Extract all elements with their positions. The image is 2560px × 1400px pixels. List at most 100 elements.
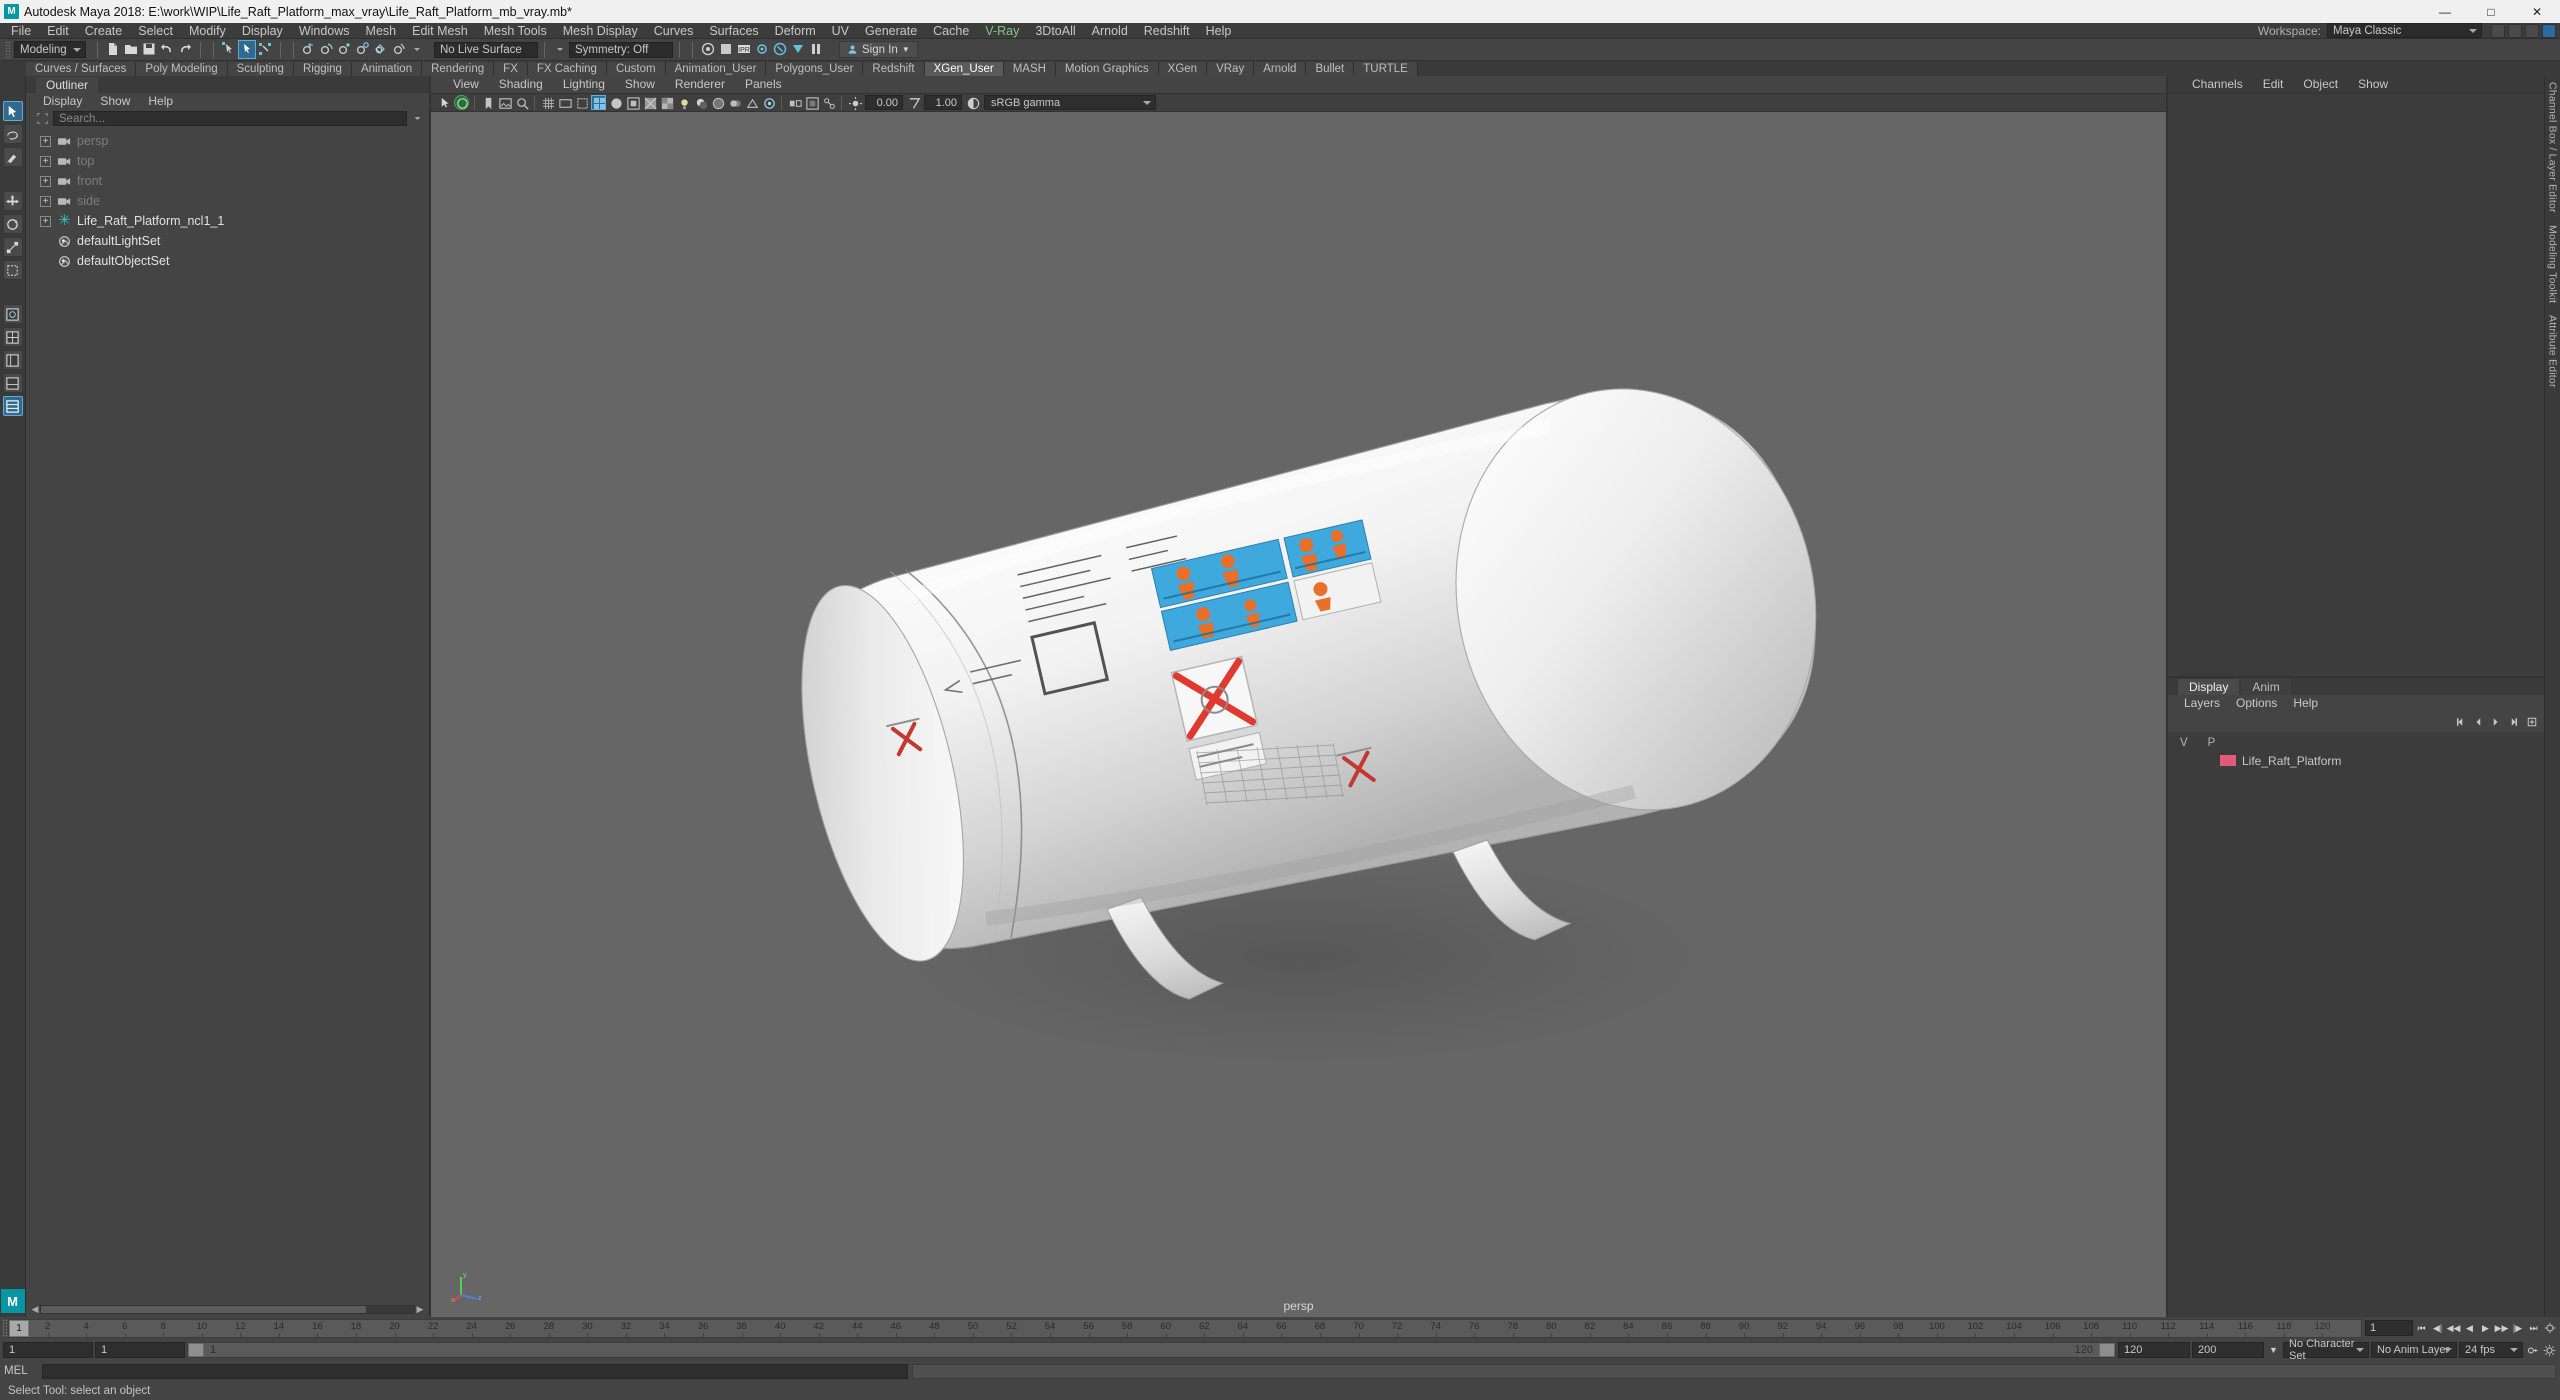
- gamma-field[interactable]: 1.00: [924, 95, 962, 110]
- single-perspective-layout-icon[interactable]: [2, 304, 23, 324]
- live-surface-field[interactable]: No Live Surface: [434, 41, 538, 58]
- workspace-save-icon[interactable]: [2491, 23, 2505, 38]
- command-language-label[interactable]: MEL: [4, 1365, 38, 1377]
- layer-prev-icon[interactable]: [2471, 716, 2484, 729]
- shelf-tab-rendering[interactable]: Rendering: [422, 62, 495, 76]
- snap-options-chevron-icon[interactable]: [409, 41, 425, 58]
- render-current-frame-icon[interactable]: [700, 41, 716, 58]
- film-gate-icon[interactable]: [557, 95, 572, 110]
- shelf-tab-turtle[interactable]: TURTLE: [1354, 62, 1418, 76]
- scroll-left-icon[interactable]: ◀: [30, 1304, 40, 1315]
- vray-vfb-icon[interactable]: [772, 41, 788, 58]
- outliner-menu-help[interactable]: Help: [139, 93, 182, 109]
- anim-end-field[interactable]: 120: [2118, 1342, 2190, 1358]
- outliner-item-side[interactable]: + side: [26, 191, 429, 211]
- layer-color-swatch[interactable]: [2220, 755, 2236, 766]
- color-space-select[interactable]: sRGB gamma: [984, 95, 1156, 110]
- menu-mesh[interactable]: Mesh: [358, 23, 405, 39]
- new-layer-icon[interactable]: [2525, 716, 2538, 729]
- exposure-field[interactable]: 0.00: [865, 95, 903, 110]
- range-handle-left[interactable]: [188, 1343, 204, 1357]
- shelf-tab-sculpting[interactable]: Sculpting: [227, 62, 294, 76]
- go-to-end-icon[interactable]: ⏭: [2526, 1320, 2541, 1336]
- layer-last-icon[interactable]: [2507, 716, 2520, 729]
- select-by-hierarchy-icon[interactable]: [221, 41, 237, 58]
- outliner-item-default-object-set[interactable]: defaultObjectSet: [26, 251, 429, 271]
- select-by-component-icon[interactable]: [257, 41, 273, 58]
- layer-menu-help[interactable]: Help: [2285, 695, 2326, 712]
- channelbox-menu-edit[interactable]: Edit: [2253, 76, 2294, 93]
- open-scene-icon[interactable]: [123, 41, 139, 58]
- character-set-select[interactable]: No Character Set: [2283, 1338, 2369, 1362]
- channelbox-menu-show[interactable]: Show: [2348, 76, 2398, 93]
- playback-speed-select[interactable]: 24 fps: [2459, 1342, 2523, 1358]
- wireframe-shaded-icon[interactable]: [591, 95, 606, 110]
- rotate-tool-icon[interactable]: [2, 214, 23, 234]
- viewport-camera-attributes-icon[interactable]: [454, 95, 469, 110]
- shadows-toggle-icon[interactable]: [693, 95, 708, 110]
- scale-tool-icon[interactable]: [2, 237, 23, 257]
- expand-icon[interactable]: +: [40, 215, 51, 227]
- layer-next-icon[interactable]: [2489, 716, 2502, 729]
- shelf-tab-curves-surfaces[interactable]: Curves / Surfaces: [26, 62, 137, 76]
- make-live-icon[interactable]: [391, 41, 407, 58]
- multisample-aa-icon[interactable]: [744, 95, 759, 110]
- dock-tab-channel-box[interactable]: Channel Box / Layer Editor: [2547, 82, 2559, 213]
- menu-modify[interactable]: Modify: [181, 23, 234, 39]
- anim-layer-select[interactable]: No Anim Layer: [2371, 1342, 2457, 1358]
- menu-cache[interactable]: Cache: [925, 23, 977, 39]
- workspace-select[interactable]: Maya Classic: [2327, 23, 2482, 38]
- anim-start-field[interactable]: 1: [95, 1342, 185, 1358]
- channel-box-body[interactable]: [2168, 93, 2544, 676]
- shelf-tab-mash[interactable]: MASH: [1003, 62, 1056, 76]
- snap-to-projected-center-icon[interactable]: [355, 41, 371, 58]
- vray-render-icon[interactable]: [790, 41, 806, 58]
- workspace-layout-icon[interactable]: [2508, 23, 2522, 38]
- layer-tab-anim[interactable]: Anim: [2241, 679, 2291, 695]
- gamma-icon[interactable]: [906, 95, 921, 110]
- expand-icon[interactable]: +: [40, 175, 51, 187]
- redo-icon[interactable]: [177, 41, 193, 58]
- shelf-tab-fx-caching[interactable]: FX Caching: [527, 62, 607, 76]
- dock-tab-modeling-toolkit[interactable]: Modeling Toolkit: [2547, 225, 2559, 303]
- layer-row[interactable]: Life_Raft_Platform: [2168, 752, 2544, 769]
- menu-select[interactable]: Select: [130, 23, 181, 39]
- scroll-right-icon[interactable]: ▶: [415, 1304, 425, 1315]
- resolution-gate-icon[interactable]: [574, 95, 589, 110]
- menu-deform[interactable]: Deform: [767, 23, 824, 39]
- hypershade-layout-icon[interactable]: [2, 396, 23, 416]
- motion-blur-icon[interactable]: [727, 95, 742, 110]
- symmetry-chevron-icon[interactable]: [552, 41, 568, 58]
- auto-key-icon[interactable]: [2525, 1342, 2540, 1358]
- range-start-field[interactable]: 1: [3, 1342, 93, 1358]
- render-sequence-icon[interactable]: [718, 41, 734, 58]
- menu-mesh-display[interactable]: Mesh Display: [555, 23, 646, 39]
- step-forward-key-icon[interactable]: |▶: [2510, 1320, 2525, 1336]
- current-frame-field[interactable]: 1: [2365, 1320, 2413, 1336]
- snap-to-curve-icon[interactable]: [319, 41, 335, 58]
- maximize-button[interactable]: □: [2468, 0, 2514, 23]
- dock-tab-attribute-editor[interactable]: Attribute Editor: [2547, 315, 2559, 388]
- outliner-menu-display[interactable]: Display: [34, 93, 91, 109]
- color-management-icon[interactable]: [965, 95, 980, 110]
- outliner-persp-layout-icon[interactable]: [2, 350, 23, 370]
- shelf-tab-xgen[interactable]: XGen: [1158, 62, 1208, 76]
- depth-of-field-icon[interactable]: [761, 95, 776, 110]
- shelf-tab-animation[interactable]: Animation: [351, 62, 423, 76]
- menu-uv[interactable]: UV: [824, 23, 857, 39]
- close-button[interactable]: ✕: [2514, 0, 2560, 23]
- isolate-select-icon[interactable]: [787, 95, 802, 110]
- menu-3dtoall[interactable]: 3DtoAll: [1027, 23, 1083, 39]
- range-slider-track[interactable]: 120 1: [187, 1342, 2116, 1358]
- ambient-occlusion-icon[interactable]: [710, 95, 725, 110]
- expand-icon[interactable]: +: [40, 195, 51, 207]
- command-input[interactable]: [42, 1363, 909, 1379]
- menu-edit[interactable]: Edit: [39, 23, 77, 39]
- shelf-tab-arnold[interactable]: Arnold: [1254, 62, 1307, 76]
- menu-curves[interactable]: Curves: [646, 23, 702, 39]
- minimize-button[interactable]: —: [2422, 0, 2468, 23]
- shade-options-icon[interactable]: [625, 95, 640, 110]
- sign-in-button[interactable]: Sign In ▼: [839, 41, 918, 58]
- help-search-icon[interactable]: [2542, 23, 2556, 38]
- lasso-tool-icon[interactable]: [2, 124, 23, 144]
